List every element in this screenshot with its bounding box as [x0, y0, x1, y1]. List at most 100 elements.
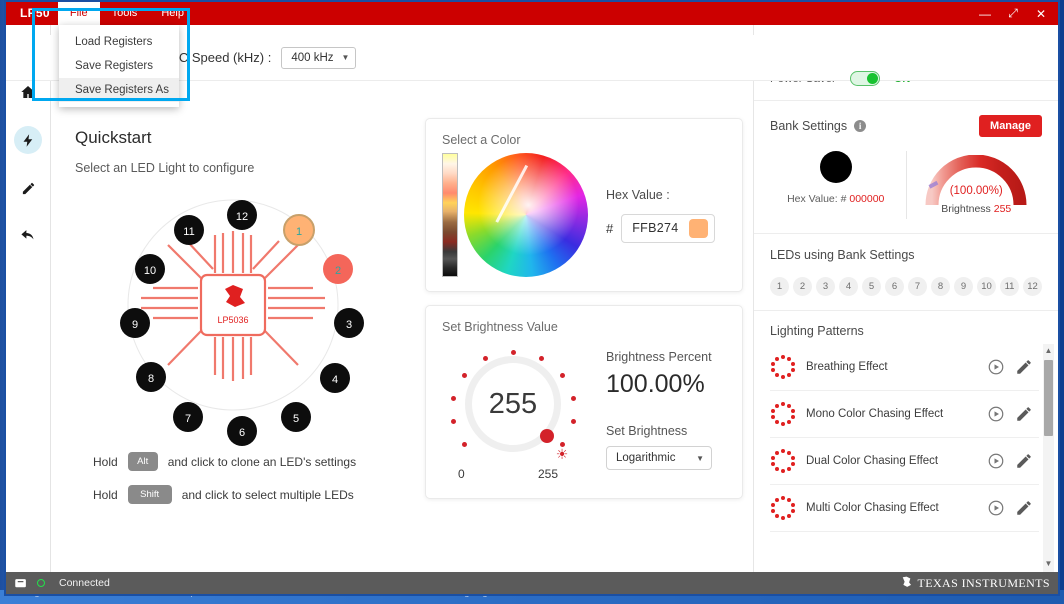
led-chip[interactable]: 1: [770, 277, 789, 296]
list-item[interactable]: Multi Color Chasing Effect: [770, 485, 1039, 532]
led-nodes-svg[interactable]: 1 2 3: [83, 183, 383, 448]
play-icon[interactable]: [987, 499, 1005, 517]
close-icon[interactable]: ✕: [1028, 2, 1054, 25]
bank-color-block: Hex Value: # 000000: [770, 151, 902, 219]
bank-settings-title-group: Bank Settings i: [770, 119, 866, 133]
hint-shift-prefix: Hold: [93, 488, 118, 502]
led-chip[interactable]: 5: [862, 277, 881, 296]
info-icon[interactable]: i: [854, 120, 866, 132]
edit-pencil-icon[interactable]: [1015, 358, 1033, 376]
color-wheel[interactable]: [464, 153, 588, 277]
minimize-icon[interactable]: —: [972, 2, 998, 25]
i2c-speed-select[interactable]: 400 kHz ▼: [281, 47, 356, 69]
led-chip[interactable]: 7: [908, 277, 927, 296]
brightness-card-body: ☀ 255 0 255 Brightness Percent 100.00% S…: [442, 344, 726, 484]
svg-text:4: 4: [332, 374, 338, 386]
maximize-icon[interactable]: ⤢: [1000, 2, 1026, 25]
list-item[interactable]: Mono Color Chasing Effect: [770, 391, 1039, 438]
menu-tools[interactable]: Tools: [100, 2, 150, 25]
led-node-3: 3: [334, 308, 364, 338]
bolt-icon[interactable]: [14, 126, 42, 154]
undo-icon[interactable]: [14, 222, 42, 250]
color-card-body: Hex Value : # FFB274: [442, 153, 726, 277]
window-controls: — ⤢ ✕: [972, 2, 1054, 25]
gauge-caption-prefix: Brightness: [941, 203, 991, 215]
pattern-name: Mono Color Chasing Effect: [806, 408, 977, 420]
quickstart-subtitle: Select an LED Light to configure: [75, 161, 413, 175]
shade-strip[interactable]: [442, 153, 458, 277]
bank-hex-number: 000000: [849, 193, 884, 205]
color-swatch: [689, 219, 708, 238]
play-icon[interactable]: [987, 452, 1005, 470]
led-chip[interactable]: 2: [793, 277, 812, 296]
brightness-mode-select[interactable]: Logarithmic ▼: [606, 446, 712, 470]
pattern-dots-icon: [770, 401, 796, 427]
set-brightness-label: Set Brightness: [606, 424, 712, 438]
application-window: LP50 File Tools Help — ⤢ ✕: [4, 0, 1060, 596]
led-chip[interactable]: 4: [839, 277, 858, 296]
content-column: Me I2C Speed (kHz) : 400 kHz ▼: [51, 25, 753, 572]
led-chip[interactable]: 8: [931, 277, 950, 296]
svg-text:11: 11: [183, 226, 194, 238]
brightness-mode-value: Logarithmic: [616, 452, 675, 464]
bank-settings-section: Bank Settings i Manage Hex Value: # 0000…: [754, 101, 1058, 234]
hex-input[interactable]: FFB274: [621, 214, 714, 243]
hint-alt-prefix: Hold: [93, 455, 118, 469]
led-node-1: 1: [284, 215, 314, 245]
pattern-dots-icon: [770, 448, 796, 474]
manage-button[interactable]: Manage: [979, 115, 1042, 137]
scroll-up-icon[interactable]: ▲: [1045, 344, 1053, 357]
center-panel: Quickstart Select an LED Light to config…: [51, 104, 753, 572]
list-item[interactable]: Breathing Effect: [770, 344, 1039, 391]
led-chip[interactable]: 10: [977, 277, 996, 296]
led-node-10: 10: [135, 254, 165, 284]
menu-file[interactable]: File: [58, 2, 100, 25]
play-icon[interactable]: [987, 358, 1005, 376]
home-icon[interactable]: [14, 78, 42, 106]
hex-value-label: Hex Value :: [606, 188, 715, 202]
pattern-name: Multi Color Chasing Effect: [806, 502, 977, 514]
bank-settings-title: Bank Settings: [770, 119, 847, 133]
led-chip[interactable]: 6: [885, 277, 904, 296]
list-item[interactable]: Dual Color Chasing Effect: [770, 438, 1039, 485]
hex-side: Hex Value : # FFB274: [606, 188, 715, 243]
pattern-name: Breathing Effect: [806, 361, 977, 373]
menu-item-load-registers[interactable]: Load Registers: [59, 30, 179, 54]
power-saver-toggle[interactable]: [850, 71, 880, 86]
brightness-dial[interactable]: ☀ 255 0 255: [442, 344, 592, 484]
led-node-8: 8: [136, 362, 166, 392]
brightness-percent-label: Brightness Percent: [606, 350, 712, 364]
page-title: Quickstart: [75, 128, 413, 148]
led-chip[interactable]: 9: [954, 277, 973, 296]
svg-text:8: 8: [148, 373, 154, 385]
edit-pencil-icon[interactable]: [1015, 452, 1033, 470]
led-chip[interactable]: 11: [1000, 277, 1019, 296]
edit-pencil-icon[interactable]: [1015, 405, 1033, 423]
app-title: LP50: [6, 2, 58, 25]
svg-text:10: 10: [144, 265, 156, 277]
lighting-patterns-title: Lighting Patterns: [770, 324, 1058, 338]
menu-item-save-registers-as[interactable]: Save Registers As: [59, 78, 179, 102]
edit-pencil-icon[interactable]: [1015, 499, 1033, 517]
brightness-card-title: Set Brightness Value: [442, 320, 726, 334]
scrollbar-thumb[interactable]: [1044, 360, 1053, 436]
play-icon[interactable]: [987, 405, 1005, 423]
led-chip[interactable]: 12: [1023, 277, 1042, 296]
led-chip[interactable]: 3: [816, 277, 835, 296]
bank-color-dot[interactable]: [820, 151, 852, 183]
menu-help[interactable]: Help: [149, 2, 196, 25]
scroll-down-icon[interactable]: ▼: [1045, 557, 1053, 570]
gauge-percent: (100.00%): [910, 185, 1042, 197]
bank-hex-value: Hex Value: # 000000: [770, 193, 902, 205]
patterns-list: Breathing Effect Mono Color Ch: [770, 344, 1043, 572]
patterns-scrollbar[interactable]: ▲ ▼: [1043, 344, 1054, 572]
menu-item-save-registers[interactable]: Save Registers: [59, 54, 179, 78]
pencil-icon[interactable]: [14, 174, 42, 202]
brightness-card: Set Brightness Value: [425, 305, 743, 499]
leds-using-bank-section: LEDs using Bank Settings 1 2 3 4 5 6 7 8…: [754, 234, 1058, 311]
hint-shift-suffix: and click to select multiple LEDs: [182, 488, 354, 502]
device-icon[interactable]: [14, 577, 29, 590]
svg-text:12: 12: [236, 211, 248, 223]
svg-text:5: 5: [293, 413, 299, 425]
dial-knob[interactable]: [540, 429, 554, 443]
